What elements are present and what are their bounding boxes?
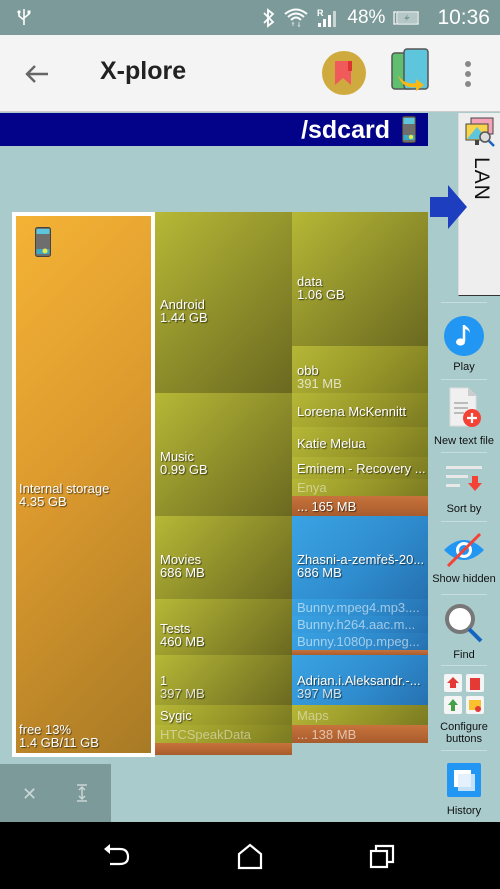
button-label: Play [453, 361, 475, 373]
tile-size: 460 MB [160, 634, 205, 649]
history-button[interactable]: History [428, 760, 500, 817]
sort-icon [446, 466, 482, 491]
treemap-tile-movies[interactable]: Movies 686 MB [155, 516, 292, 599]
tile-name: ... 138 MB [297, 727, 357, 742]
lan-network-icon [465, 117, 495, 147]
treemap-tile-bunny-1080p[interactable]: Bunny.1080p.mpeg... [292, 633, 428, 650]
storage-free-detail: 1.4 GB/11 GB [19, 735, 99, 750]
arrow-left-icon[interactable] [22, 59, 52, 89]
lan-label: LAN [470, 157, 493, 201]
tile-name: ... 165 MB [297, 499, 357, 514]
treemap-tile-android[interactable]: Android 1.44 GB [155, 212, 292, 393]
search-icon [445, 604, 483, 643]
treemap-tile-enya[interactable]: Enya [292, 479, 428, 496]
clock: 10:36 [437, 5, 490, 29]
button-label: Find [453, 649, 475, 661]
treemap-tool-strip: ✕ [0, 764, 111, 822]
status-bar: R 48% 10:36 [0, 0, 500, 35]
tile-name: HTCSpeakData [160, 727, 252, 742]
tile-size: 0.99 GB [160, 462, 208, 477]
treemap-tile-eminem[interactable]: Eminem - Recovery ... [292, 457, 428, 479]
bookmark-icon [335, 61, 352, 85]
tile-name: Enya [297, 480, 327, 495]
path-bar[interactable]: /sdcard [0, 113, 428, 146]
tile-name: Bunny.h264.aac.m... [297, 617, 416, 632]
tile-size: 397 MB [297, 686, 342, 701]
system-nav-bar [0, 822, 500, 889]
tile-size: 1.44 GB [160, 310, 208, 325]
battery-charging-icon [393, 10, 420, 25]
treemap-tile-tests[interactable]: Tests 460 MB [155, 599, 292, 655]
tile-name: Katie Melua [297, 436, 366, 451]
treemap-tile-bunny-h264[interactable]: Bunny.h264.aac.m... [292, 616, 428, 633]
treemap-tile-htcspeakdata[interactable]: HTCSpeakData [155, 725, 292, 743]
tile-size: 686 MB [297, 565, 342, 580]
treemap-tile-music-other[interactable]: ... 165 MB [292, 496, 428, 516]
treemap-tile-data[interactable]: data 1.06 GB [292, 212, 428, 346]
treemap-tile-maps[interactable]: Maps [292, 705, 428, 725]
treemap-tile-music[interactable]: Music 0.99 GB [155, 393, 292, 516]
home-icon[interactable] [235, 842, 265, 870]
find-button[interactable]: Find [428, 602, 500, 661]
history-icon [447, 763, 481, 797]
tile-size: 391 MB [297, 376, 342, 391]
arrow-right-icon[interactable] [430, 185, 467, 229]
tile-name: Maps [297, 708, 329, 723]
treemap-tile-katie[interactable]: Katie Melua [292, 427, 428, 457]
fit-height-icon[interactable] [75, 784, 89, 802]
tile-size: 1.06 GB [297, 287, 345, 302]
battery-percent: 48% [347, 6, 386, 28]
show-hidden-button[interactable]: Show hidden [428, 532, 500, 585]
new-file-icon [449, 387, 481, 427]
tile-size: 397 MB [160, 686, 205, 701]
wifi-icon [284, 8, 309, 28]
tile-name: Bunny.1080p.mpeg... [297, 634, 420, 649]
treemap-tile-loreena[interactable]: Loreena McKennitt [292, 393, 428, 427]
tile-size: 686 MB [160, 565, 205, 580]
phone-storage-icon [35, 227, 51, 257]
action-button-panel: Play New text file Sort by Show hidden F… [428, 296, 500, 822]
tile-name: Sygic [160, 708, 192, 723]
svg-text:R: R [317, 8, 324, 18]
button-label: Show hidden [432, 573, 496, 585]
current-path: /sdcard [301, 116, 390, 144]
button-label: Sort by [446, 503, 482, 515]
treemap-tile-folder-1[interactable]: 1 397 MB [155, 655, 292, 705]
treemap-tile-obb[interactable]: obb 391 MB [292, 346, 428, 393]
play-button[interactable]: Play [428, 316, 500, 373]
usb-icon [17, 9, 31, 25]
button-label: Configure buttons [440, 721, 488, 745]
tile-name: Loreena McKennitt [297, 404, 407, 419]
tile-name: Eminem - Recovery ... [297, 461, 426, 476]
storage-size: 4.35 GB [19, 494, 67, 509]
signal-roaming-icon: R [317, 8, 337, 27]
phone-storage-icon [402, 116, 416, 143]
more-options-button[interactable] [458, 57, 478, 91]
bluetooth-icon [263, 7, 275, 28]
bookmark-button[interactable] [322, 51, 366, 95]
recents-icon[interactable] [367, 842, 397, 870]
treemap-tile-other-138[interactable]: ... 138 MB [292, 725, 428, 743]
new-text-file-button[interactable]: New text file [428, 386, 500, 447]
button-label: New text file [434, 435, 494, 447]
device-transfer-icon[interactable] [390, 47, 430, 93]
sort-by-button[interactable]: Sort by [428, 462, 500, 515]
treemap-tile-internal-storage[interactable]: Internal storage 4.35 GB free 13% 1.4 GB… [12, 212, 155, 757]
back-icon[interactable] [102, 842, 132, 870]
treemap-tile-bunny-mpeg4[interactable]: Bunny.mpeg4.mp3.... [292, 599, 428, 616]
close-icon[interactable]: ✕ [22, 784, 37, 805]
configure-buttons-button[interactable]: Configure buttons [428, 672, 500, 745]
eye-off-icon [444, 532, 484, 568]
music-note-icon [444, 316, 484, 356]
treemap-tile-zhasni[interactable]: Zhasni-a-zemřeš-20... 686 MB [292, 516, 428, 599]
configure-buttons-icon [444, 674, 484, 714]
treemap-tile-remaining[interactable] [155, 743, 292, 755]
button-label: History [446, 805, 482, 817]
tile-name: Bunny.mpeg4.mp3.... [297, 600, 420, 615]
treemap-tile-adrian[interactable]: Adrian.i.Aleksandr.-... 397 MB [292, 655, 428, 705]
treemap-tile-sygic[interactable]: Sygic [155, 705, 292, 725]
app-bar: X-plore [0, 35, 500, 112]
app-title: X-plore [100, 57, 187, 85]
storage-treemap[interactable]: Internal storage 4.35 GB free 13% 1.4 GB… [12, 212, 428, 757]
